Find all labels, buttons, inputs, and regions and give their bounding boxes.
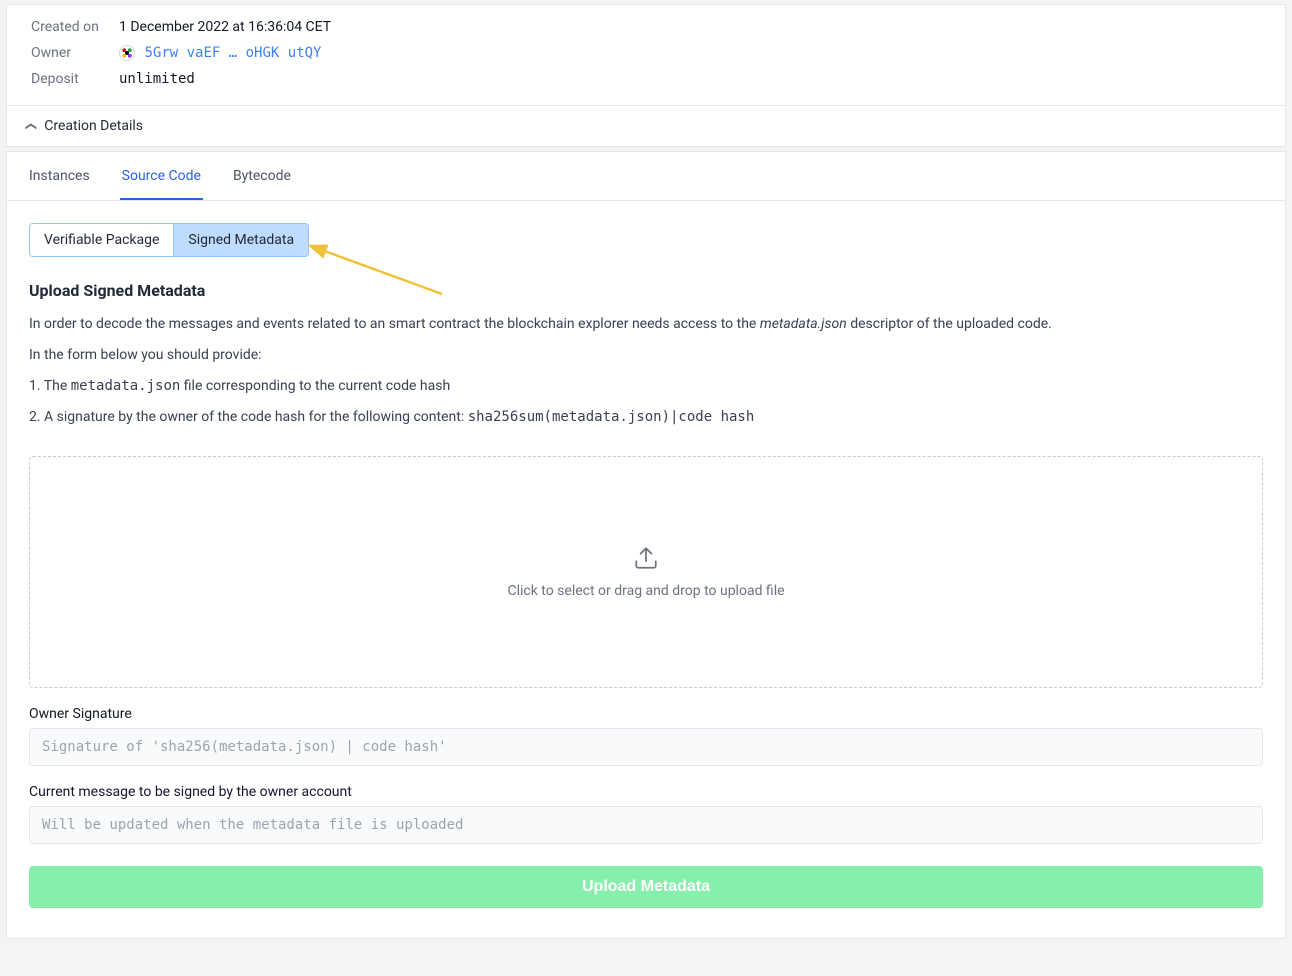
tab-bytecode[interactable]: Bytecode [231, 152, 293, 200]
step1-code: metadata.json [71, 378, 181, 394]
owner-link[interactable]: 5Grw vaEF … oHGK utQY [144, 45, 321, 61]
subtabs: Verifiable Package Signed Metadata [29, 223, 309, 257]
deposit-value: unlimited [119, 71, 195, 87]
code-panel: Instances Source Code Bytecode Verifiabl… [6, 151, 1286, 939]
owner-signature-input[interactable] [29, 728, 1263, 766]
owner-signature-label: Owner Signature [29, 706, 1263, 722]
creation-details-label: Creation Details [44, 118, 143, 134]
intro-text: In order to decode the messages and even… [29, 314, 1263, 335]
creation-details-toggle[interactable]: ❮ Creation Details [7, 105, 1285, 146]
current-message-label: Current message to be signed by the owne… [29, 784, 1263, 800]
chevron-down-icon: ❮ [25, 122, 38, 131]
detail-row-deposit: Deposit unlimited [31, 71, 1265, 87]
created-on-label: Created on [31, 19, 119, 35]
current-message-input[interactable] [29, 806, 1263, 844]
subtab-signed-metadata[interactable]: Signed Metadata [173, 224, 308, 256]
detail-row-owner: Owner 5Grw vaEF … oHGK utQY [31, 45, 1265, 61]
owner-label: Owner [31, 45, 119, 61]
step1-pre: 1. The [29, 378, 71, 394]
intro-pre: In order to decode the messages and even… [29, 316, 760, 332]
contract-details-panel: Created on 1 December 2022 at 16:36:04 C… [6, 4, 1286, 147]
step2-pre: 2. A signature by the owner of the code … [29, 409, 468, 425]
step-1: 1. The metadata.json file corresponding … [29, 376, 1263, 397]
subtab-verifiable-package[interactable]: Verifiable Package [30, 224, 173, 256]
source-code-content: Verifiable Package Signed Metadata Uploa… [7, 201, 1285, 938]
tab-instances[interactable]: Instances [27, 152, 92, 200]
owner-value: 5Grw vaEF … oHGK utQY [119, 45, 322, 61]
deposit-label: Deposit [31, 71, 119, 87]
tabs: Instances Source Code Bytecode [7, 152, 1285, 201]
step-2: 2. A signature by the owner of the code … [29, 407, 1263, 428]
details-section: Created on 1 December 2022 at 16:36:04 C… [7, 5, 1285, 105]
tab-source-code[interactable]: Source Code [120, 152, 203, 200]
upload-title: Upload Signed Metadata [29, 281, 1263, 300]
upload-description: In order to decode the messages and even… [29, 314, 1263, 428]
form-intro: In the form below you should provide: [29, 345, 1263, 366]
dropzone-text: Click to select or drag and drop to uplo… [507, 583, 784, 599]
step2-code: sha256sum(metadata.json)|code hash [468, 409, 755, 425]
upload-metadata-button[interactable]: Upload Metadata [29, 866, 1263, 908]
detail-row-created: Created on 1 December 2022 at 16:36:04 C… [31, 19, 1265, 35]
identicon-icon [119, 45, 135, 61]
step1-post: file corresponding to the current code h… [180, 378, 450, 394]
intro-post: descriptor of the uploaded code. [847, 316, 1052, 332]
upload-icon [633, 545, 659, 575]
file-dropzone[interactable]: Click to select or drag and drop to uplo… [29, 456, 1263, 688]
created-on-value: 1 December 2022 at 16:36:04 CET [119, 19, 331, 35]
intro-em: metadata.json [760, 316, 847, 332]
